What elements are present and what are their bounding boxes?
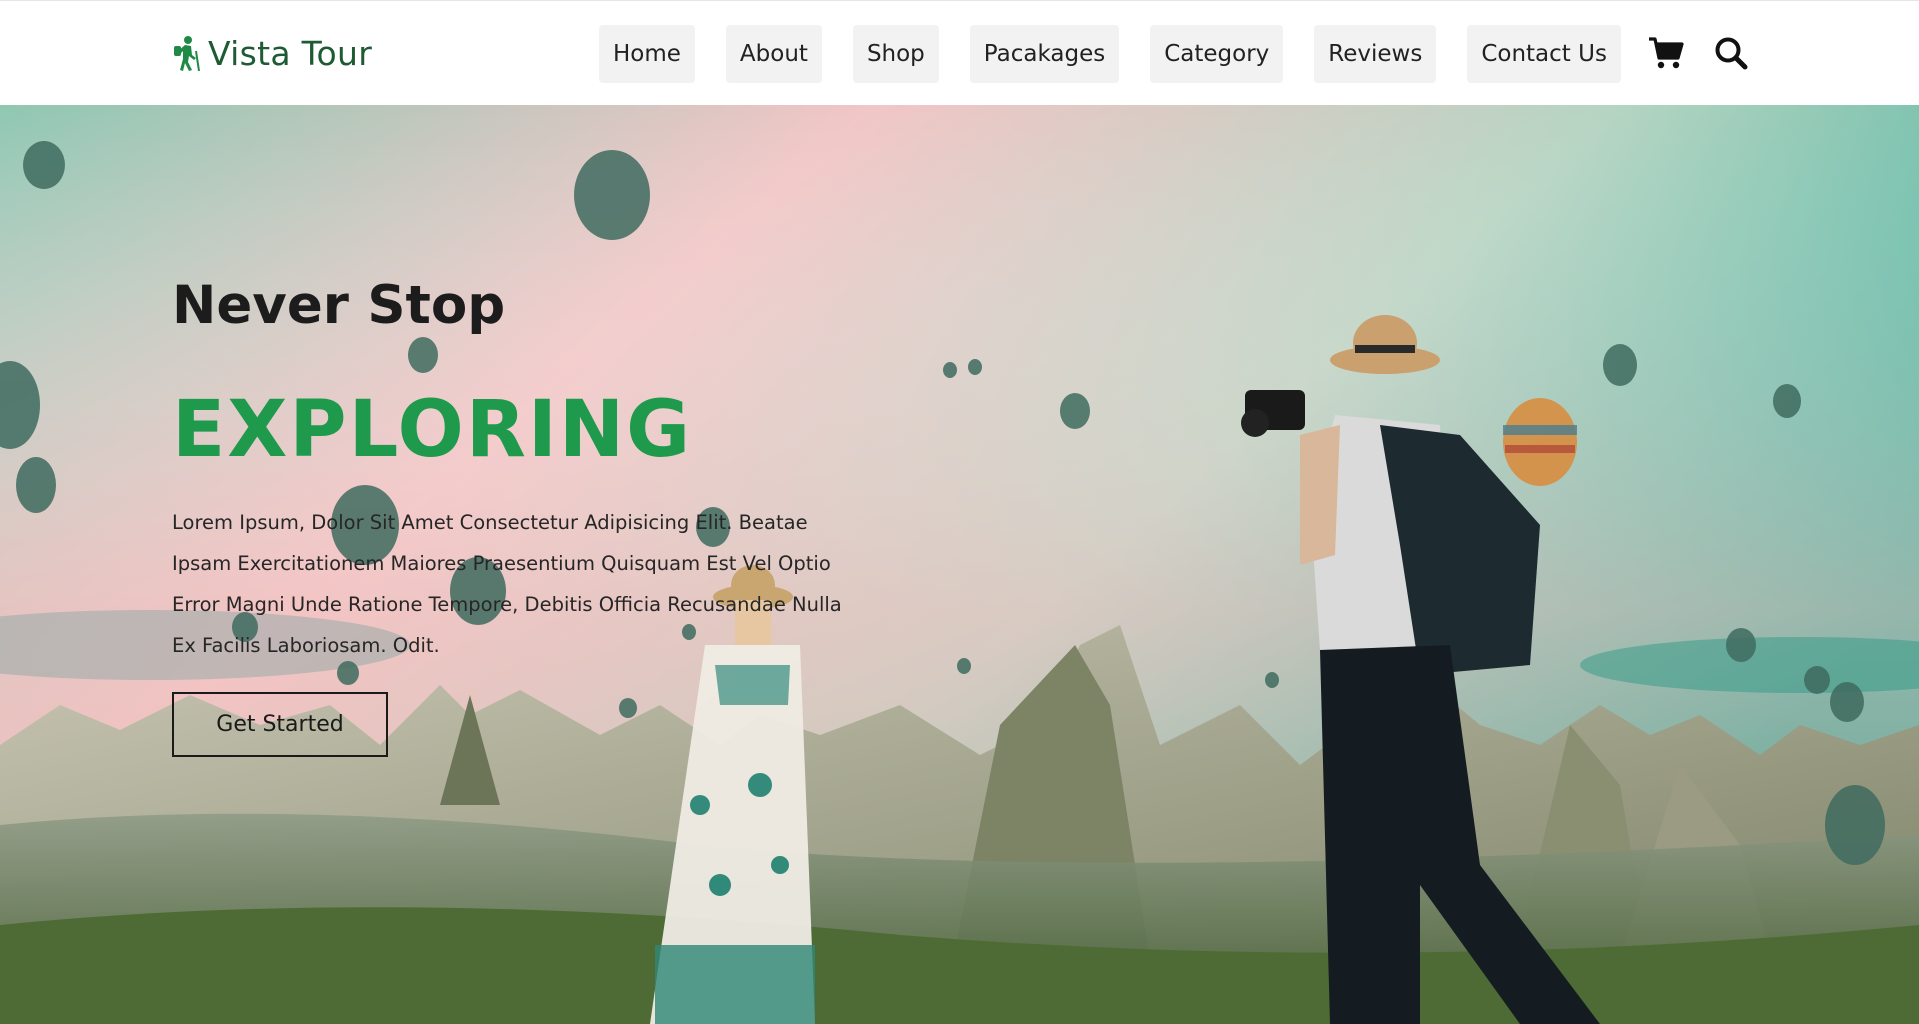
top-navbar: Vista Tour Home About Shop Pacakages Cat…: [0, 0, 1919, 105]
nav-item-category[interactable]: Category: [1150, 25, 1284, 83]
nav-item-about[interactable]: About: [725, 25, 822, 83]
main-nav: Home About Shop Pacakages Category Revie…: [599, 25, 1621, 83]
nav-item-contact-us[interactable]: Contact Us: [1467, 25, 1621, 83]
brand-logo-link[interactable]: Vista Tour: [172, 31, 372, 75]
search-icon: [1715, 37, 1748, 70]
cart-button[interactable]: [1646, 33, 1686, 73]
get-started-button[interactable]: Get Started: [172, 692, 388, 757]
shopping-cart-icon: [1649, 37, 1684, 69]
hero-description: Lorem Ipsum, Dolor Sit Amet Consectetur …: [172, 511, 842, 657]
hero-section: Never Stop EXPLORING Lorem Ipsum, Dolor …: [0, 105, 1919, 1024]
search-button[interactable]: [1711, 33, 1751, 73]
nav-item-packages[interactable]: Pacakages: [969, 25, 1120, 83]
hero-subtitle: Never Stop: [172, 275, 506, 336]
nav-item-reviews[interactable]: Reviews: [1314, 25, 1437, 83]
nav-item-home[interactable]: Home: [599, 25, 695, 83]
nav-item-shop[interactable]: Shop: [852, 25, 939, 83]
hero-title: EXPLORING: [172, 385, 693, 475]
brand-name: Vista Tour: [208, 33, 373, 73]
hiker-icon: [174, 36, 200, 71]
